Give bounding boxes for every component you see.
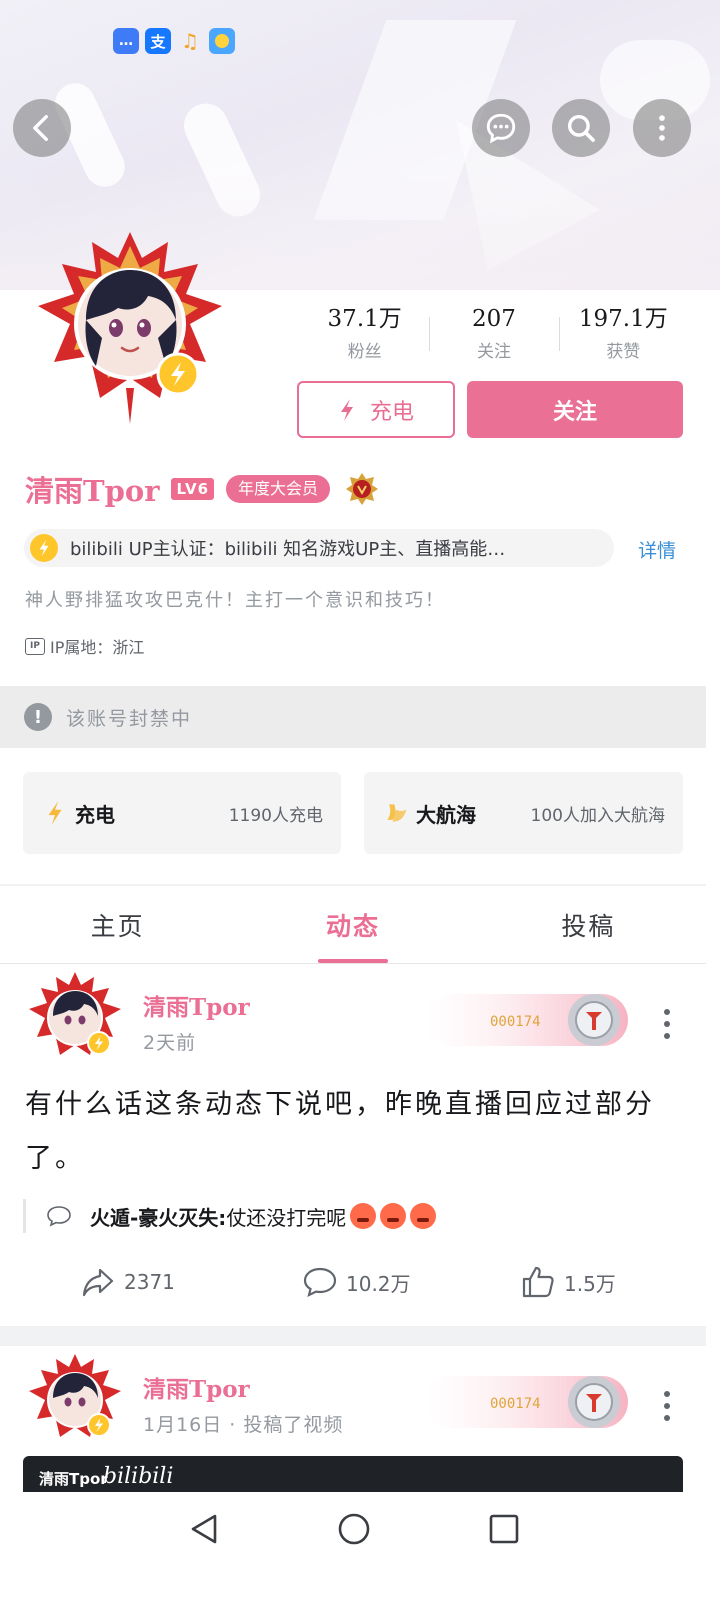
certification-detail-link[interactable]: 详情 bbox=[638, 536, 676, 563]
stat-value: 207 bbox=[472, 306, 516, 332]
bilibili-logo: bilibili bbox=[103, 1464, 174, 1489]
follow-button-label: 关注 bbox=[552, 399, 597, 425]
ship-icon bbox=[384, 799, 408, 827]
post-author-name[interactable]: 清雨Tpor bbox=[143, 1370, 250, 1404]
guard-card[interactable]: 大航海 100人加入大航海 bbox=[364, 772, 683, 854]
video-thumb-name: 清雨Tpor bbox=[39, 1470, 108, 1488]
comment-icon bbox=[303, 1267, 337, 1298]
search-icon bbox=[567, 114, 595, 142]
tab-uploads[interactable]: 投稿 bbox=[471, 886, 706, 963]
charge-card[interactable]: 充电 1190人充电 bbox=[23, 772, 341, 854]
post-author-avatar[interactable] bbox=[25, 970, 125, 1070]
like-button[interactable]: 1.5万 bbox=[520, 1262, 616, 1302]
alipay-app-icon: 支 bbox=[145, 28, 171, 54]
charge-card-title: 充电 bbox=[75, 802, 115, 827]
share-count: 2371 bbox=[124, 1270, 175, 1294]
top-comment[interactable]: 火遁-豪火灭失: 仗还没打完呢 bbox=[23, 1199, 437, 1233]
level-badge[interactable]: LV6 bbox=[171, 478, 215, 500]
profile-stats: 37.1万 粉丝 207 关注 197.1万 获赞 bbox=[300, 305, 688, 369]
follow-button[interactable]: 关注 bbox=[467, 381, 683, 438]
weather-app-icon bbox=[209, 28, 235, 54]
chevron-left-icon bbox=[33, 114, 48, 142]
fan-number: 000174 bbox=[490, 1014, 541, 1030]
comment-text: 仗还没打完呢 bbox=[226, 1205, 347, 1230]
exclamation-icon: ! bbox=[24, 703, 52, 731]
stat-value: 37.1万 bbox=[327, 306, 402, 332]
music-app-icon: ♫ bbox=[181, 29, 199, 53]
thumbs-up-icon bbox=[522, 1266, 554, 1298]
message-button[interactable] bbox=[472, 99, 530, 157]
avatar-frame-icon bbox=[38, 232, 222, 424]
charge-button-label: 充电 bbox=[369, 399, 414, 425]
post-separator bbox=[0, 1326, 706, 1346]
comment-button[interactable]: 10.2万 bbox=[302, 1262, 411, 1302]
ip-location-icon: IP bbox=[25, 637, 45, 655]
charge-button[interactable]: 充电 bbox=[297, 381, 455, 438]
guard-card-title: 大航海 bbox=[416, 802, 476, 827]
profile-name-row: 清雨Tpor LV6 年度大会员 bbox=[25, 468, 380, 510]
fan-number: 000174 bbox=[490, 1396, 541, 1412]
comment-icon bbox=[47, 1206, 71, 1227]
ip-location: IP IP属地：浙江 bbox=[25, 634, 144, 658]
bolt-icon bbox=[43, 799, 67, 827]
post-content: 有什么话这条动态下说吧，昨晚直播回应过部分了。 bbox=[25, 1089, 655, 1174]
stat-label: 关注 bbox=[476, 342, 511, 362]
comment-author: 火遁-豪火灭失: bbox=[90, 1205, 227, 1230]
up-certification[interactable]: bilibili UP主认证：bilibili 知名游戏UP主、直播高能… bbox=[24, 529, 614, 567]
charge-card-count: 1190人充电 bbox=[228, 805, 323, 826]
angry-emoji-icon bbox=[380, 1203, 407, 1229]
stat-likes[interactable]: 197.1万 获赞 bbox=[558, 305, 688, 369]
guard-card-count: 100人加入大航海 bbox=[530, 805, 665, 826]
fan-medal-icon[interactable]: 000174 bbox=[424, 990, 628, 1050]
search-button[interactable] bbox=[552, 99, 610, 157]
stat-fans[interactable]: 37.1万 粉丝 bbox=[300, 305, 429, 369]
stat-following[interactable]: 207 关注 bbox=[429, 305, 558, 369]
vip-badge[interactable]: 年度大会员 bbox=[226, 475, 331, 503]
chat-bubble-icon bbox=[486, 113, 516, 144]
nav-recents-icon[interactable] bbox=[487, 1512, 521, 1546]
profile-tabs: 主页 动态 投稿 bbox=[0, 886, 706, 964]
ip-location-text: IP属地：浙江 bbox=[50, 638, 145, 657]
share-button[interactable]: 2371 bbox=[80, 1262, 175, 1302]
post-time: 1月16日 · 投稿了视频 bbox=[143, 1414, 344, 1436]
comment-count: 10.2万 bbox=[346, 1271, 411, 1296]
fan-medal-icon[interactable]: 000174 bbox=[424, 1372, 628, 1432]
video-thumbnail[interactable]: 清雨Tpor bilibili bbox=[23, 1456, 683, 1492]
like-count: 1.5万 bbox=[564, 1271, 616, 1296]
bolt-icon bbox=[340, 398, 353, 421]
certification-bolt-icon bbox=[30, 534, 58, 562]
status-bar-notification-icons: … 支 ♫ bbox=[113, 28, 235, 54]
messages-app-icon: … bbox=[113, 28, 139, 54]
more-options-button[interactable] bbox=[633, 99, 691, 157]
post-author-name[interactable]: 清雨Tpor bbox=[143, 988, 250, 1022]
username: 清雨Tpor bbox=[25, 474, 160, 508]
account-banned-notice: ! 该账号封禁中 bbox=[0, 686, 706, 748]
post-more-button[interactable] bbox=[661, 1391, 673, 1421]
angry-emoji-icon bbox=[350, 1203, 377, 1229]
nav-back-icon[interactable] bbox=[187, 1512, 221, 1546]
post-time: 2天前 bbox=[143, 1032, 197, 1054]
back-button[interactable] bbox=[13, 99, 71, 157]
medal-icon[interactable] bbox=[344, 471, 380, 507]
stat-value: 197.1万 bbox=[578, 306, 668, 332]
tab-dynamics[interactable]: 动态 bbox=[235, 886, 470, 963]
share-icon bbox=[82, 1268, 114, 1297]
more-vertical-icon bbox=[659, 115, 665, 141]
stat-label: 获赞 bbox=[606, 342, 641, 362]
stat-label: 粉丝 bbox=[347, 342, 382, 362]
angry-emoji-icon bbox=[410, 1203, 437, 1229]
post-author-avatar[interactable] bbox=[25, 1352, 125, 1452]
tab-home[interactable]: 主页 bbox=[0, 886, 235, 963]
profile-avatar[interactable] bbox=[30, 228, 230, 428]
nav-home-icon[interactable] bbox=[337, 1512, 371, 1546]
post-more-button[interactable] bbox=[661, 1009, 673, 1039]
certification-text: bilibili UP主认证：bilibili 知名游戏UP主、直播高能… bbox=[70, 539, 506, 560]
ban-notice-text: 该账号封禁中 bbox=[66, 707, 193, 730]
profile-bio: 神人野排猛攻攻巴克什！主打一个意识和技巧！ bbox=[25, 590, 445, 611]
